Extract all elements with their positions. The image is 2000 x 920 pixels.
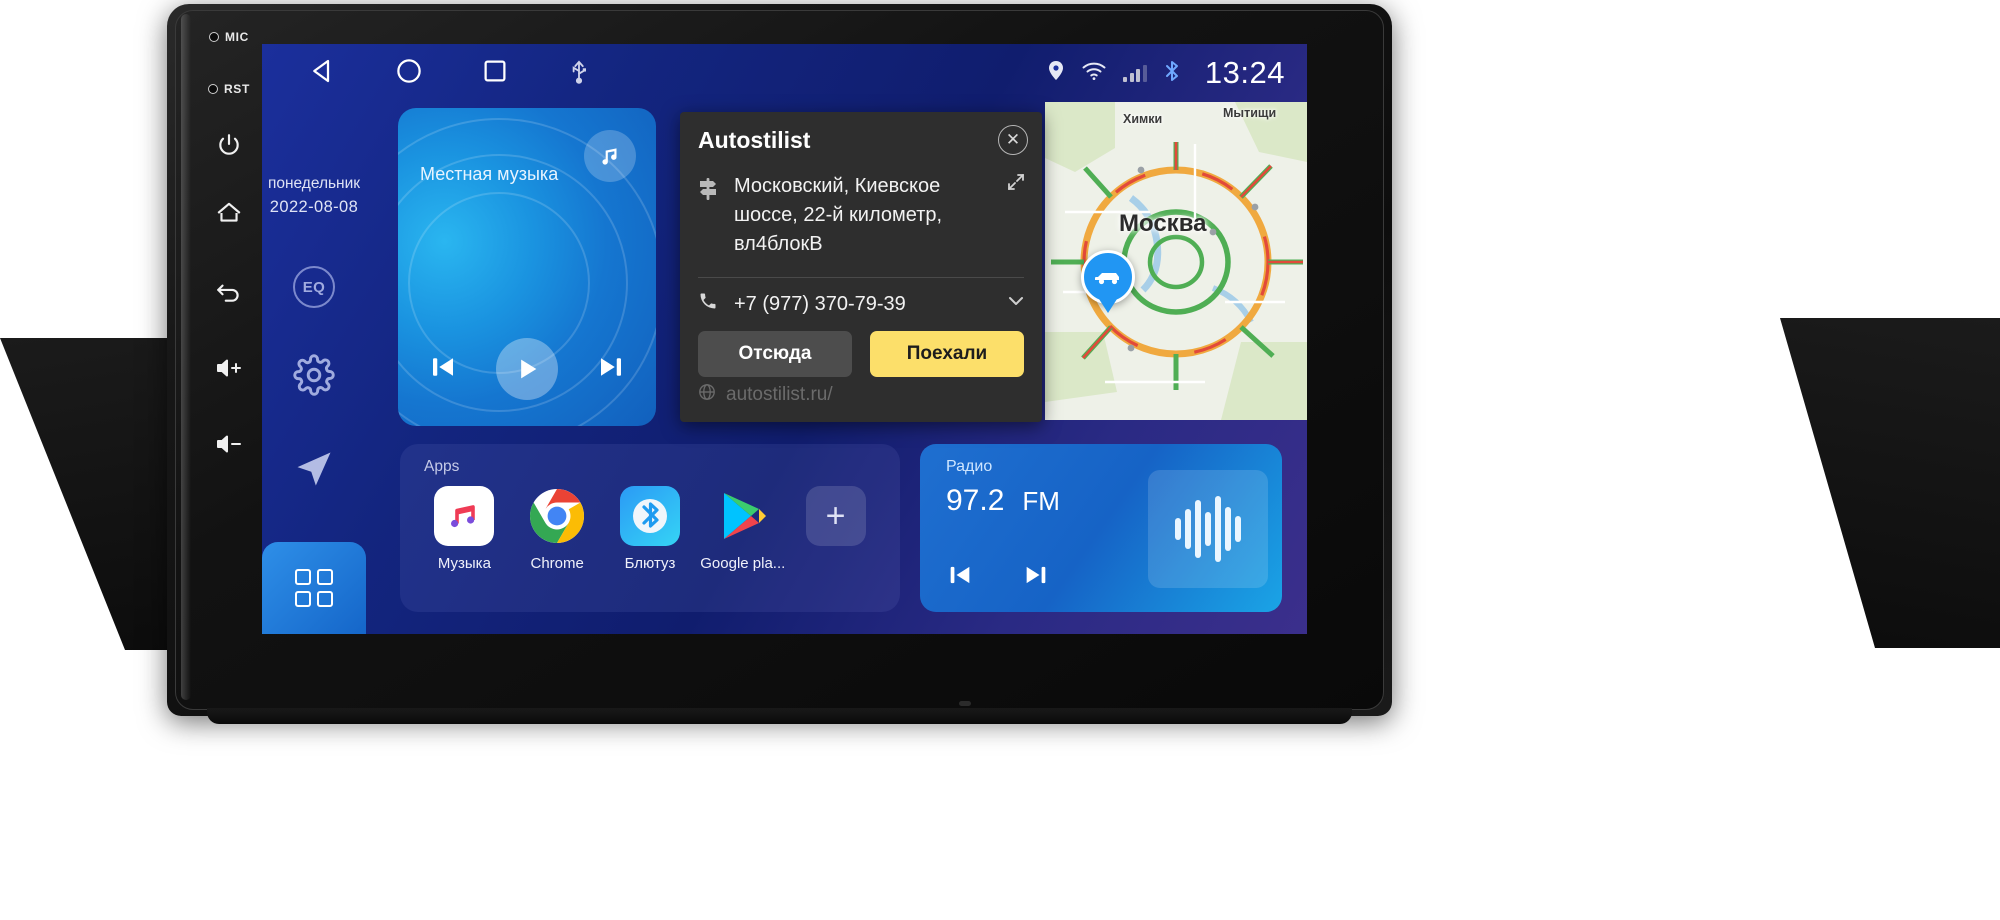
rail-item-settings[interactable] <box>293 354 335 401</box>
date-display: понедельник 2022-08-08 <box>268 172 360 220</box>
radio-frequency: 97.2 FM <box>946 484 1060 518</box>
apps-row: Музыка Chrome Блютуз Google pla... + <box>418 486 882 572</box>
usb-icon[interactable] <box>566 57 592 90</box>
popup-url-row[interactable]: autostilist.ru/ <box>680 377 1042 407</box>
globe-icon <box>698 383 716 407</box>
music-controls <box>398 338 656 400</box>
date-label: 2022-08-08 <box>269 198 359 217</box>
grid-apps-icon <box>295 569 333 607</box>
apps-card-label: Apps <box>424 458 460 475</box>
weekday-label: понедельник <box>267 175 361 192</box>
route-go-button[interactable]: Поехали <box>870 331 1024 377</box>
reset-button[interactable]: RST <box>207 82 251 96</box>
app-label-chrome: Chrome <box>530 555 584 572</box>
app-label-bluetooth: Блютуз <box>624 555 676 572</box>
popup-address: Московский, Киевское шоссе, 22-й километ… <box>734 175 943 255</box>
bluetooth-icon <box>1163 59 1181 88</box>
app-item-add[interactable]: + <box>792 486 880 572</box>
previous-track-button[interactable] <box>428 352 458 387</box>
radio-label: Радио <box>946 458 993 475</box>
home-button[interactable] <box>215 200 243 226</box>
gear-icon <box>293 354 335 400</box>
chevron-down-icon[interactable] <box>1006 291 1026 317</box>
chrome-icon <box>527 486 587 546</box>
google-play-icon <box>713 486 773 546</box>
popup-url: autostilist.ru/ <box>726 384 833 405</box>
music-note-icon <box>584 130 636 182</box>
rail-item-navigation[interactable] <box>292 447 336 496</box>
status-icons: 13:24 <box>1047 55 1285 91</box>
local-music-card[interactable]: Местная музыка <box>398 108 656 426</box>
apps-drawer-button[interactable] <box>262 542 366 634</box>
app-label-google-play: Google pla... <box>700 555 786 572</box>
recents-square-icon[interactable] <box>480 56 510 91</box>
popup-phone: +7 (977) 370-79-39 <box>734 292 906 315</box>
android-nav-bar <box>308 56 592 91</box>
previous-station-button[interactable] <box>946 561 974 594</box>
radio-controls <box>946 561 1050 594</box>
app-item-bluetooth[interactable]: Блютуз <box>606 486 694 572</box>
eq-icon: EQ <box>293 266 335 308</box>
music-card-title: Местная музыка <box>420 164 559 184</box>
map-widget[interactable]: Химки Мытищи Москва <box>1045 102 1307 420</box>
reset-label: RST <box>223 82 251 96</box>
car-pin-icon[interactable] <box>1081 250 1135 304</box>
app-item-chrome[interactable]: Chrome <box>513 486 601 572</box>
head-unit-bottom-lip <box>207 708 1352 724</box>
audio-waveform-icon <box>1148 470 1268 588</box>
app-item-google-play[interactable]: Google pla... <box>699 486 787 572</box>
reset-hole-icon <box>207 84 218 94</box>
apple-music-icon <box>434 486 495 546</box>
back-triangle-icon[interactable] <box>308 56 338 91</box>
expand-icon[interactable] <box>1006 172 1026 259</box>
popup-actions: Отсюда Поехали <box>680 317 1042 377</box>
map-city-label: Москва <box>1119 210 1207 237</box>
radio-card[interactable]: Радио 97.2 FM <box>920 444 1282 612</box>
next-track-button[interactable] <box>596 352 626 387</box>
power-button[interactable] <box>216 132 242 158</box>
popup-address-row: Московский, Киевское шоссе, 22-й километ… <box>680 168 1042 259</box>
infotainment-screen[interactable]: 13:24 понедельник 2022-08-08 EQ Химки Мы… <box>262 44 1307 634</box>
route-from-button[interactable]: Отсюда <box>698 331 852 377</box>
location-pin-icon <box>1047 60 1065 87</box>
popup-header: Autostilist ✕ <box>680 112 1042 168</box>
app-label-music: Музыка <box>437 555 491 572</box>
next-station-button[interactable] <box>1022 561 1050 594</box>
back-button[interactable] <box>215 278 243 304</box>
mic-button[interactable]: MIC <box>208 30 250 44</box>
mic-label: MIC <box>224 30 250 44</box>
radio-band: FM <box>1022 486 1060 516</box>
apps-card: Apps Музыка Chrome Блютуз Google pla... … <box>400 444 900 612</box>
popup-title: Autostilist <box>698 126 811 153</box>
play-button[interactable] <box>496 338 558 400</box>
place-info-popup[interactable]: Autostilist ✕ Московский, Киевское шоссе… <box>680 112 1042 422</box>
close-icon[interactable]: ✕ <box>998 125 1028 155</box>
mic-hole-icon <box>208 32 219 42</box>
phone-icon <box>698 291 718 317</box>
home-circle-icon[interactable] <box>394 56 424 91</box>
volume-up-button[interactable] <box>214 356 244 380</box>
eq-label: EQ <box>302 278 326 296</box>
map-place-mytishchi: Мытищи <box>1223 106 1277 120</box>
bezel-button-column: MIC RST <box>196 30 262 460</box>
app-item-music[interactable]: Музыка <box>420 486 508 572</box>
radio-frequency-value: 97.2 <box>946 484 1005 517</box>
signpost-icon <box>698 172 718 259</box>
plus-icon: + <box>805 486 866 546</box>
volume-down-button[interactable] <box>214 432 244 456</box>
navigation-arrow-icon <box>292 452 336 495</box>
signal-bars-icon <box>1123 64 1147 82</box>
popup-phone-row[interactable]: +7 (977) 370-79-39 <box>680 278 1042 317</box>
dash-wing-right <box>1780 318 2000 648</box>
rail-item-eq[interactable]: EQ <box>293 266 335 308</box>
wifi-icon <box>1081 61 1107 86</box>
status-bar: 13:24 <box>262 44 1307 102</box>
bezel-gloss <box>181 14 191 700</box>
map-place-khimki: Химки <box>1123 112 1163 126</box>
clock: 13:24 <box>1204 55 1285 90</box>
speaker-dot <box>959 701 971 706</box>
side-rail: понедельник 2022-08-08 EQ <box>262 102 366 634</box>
bluetooth-icon <box>619 486 680 546</box>
